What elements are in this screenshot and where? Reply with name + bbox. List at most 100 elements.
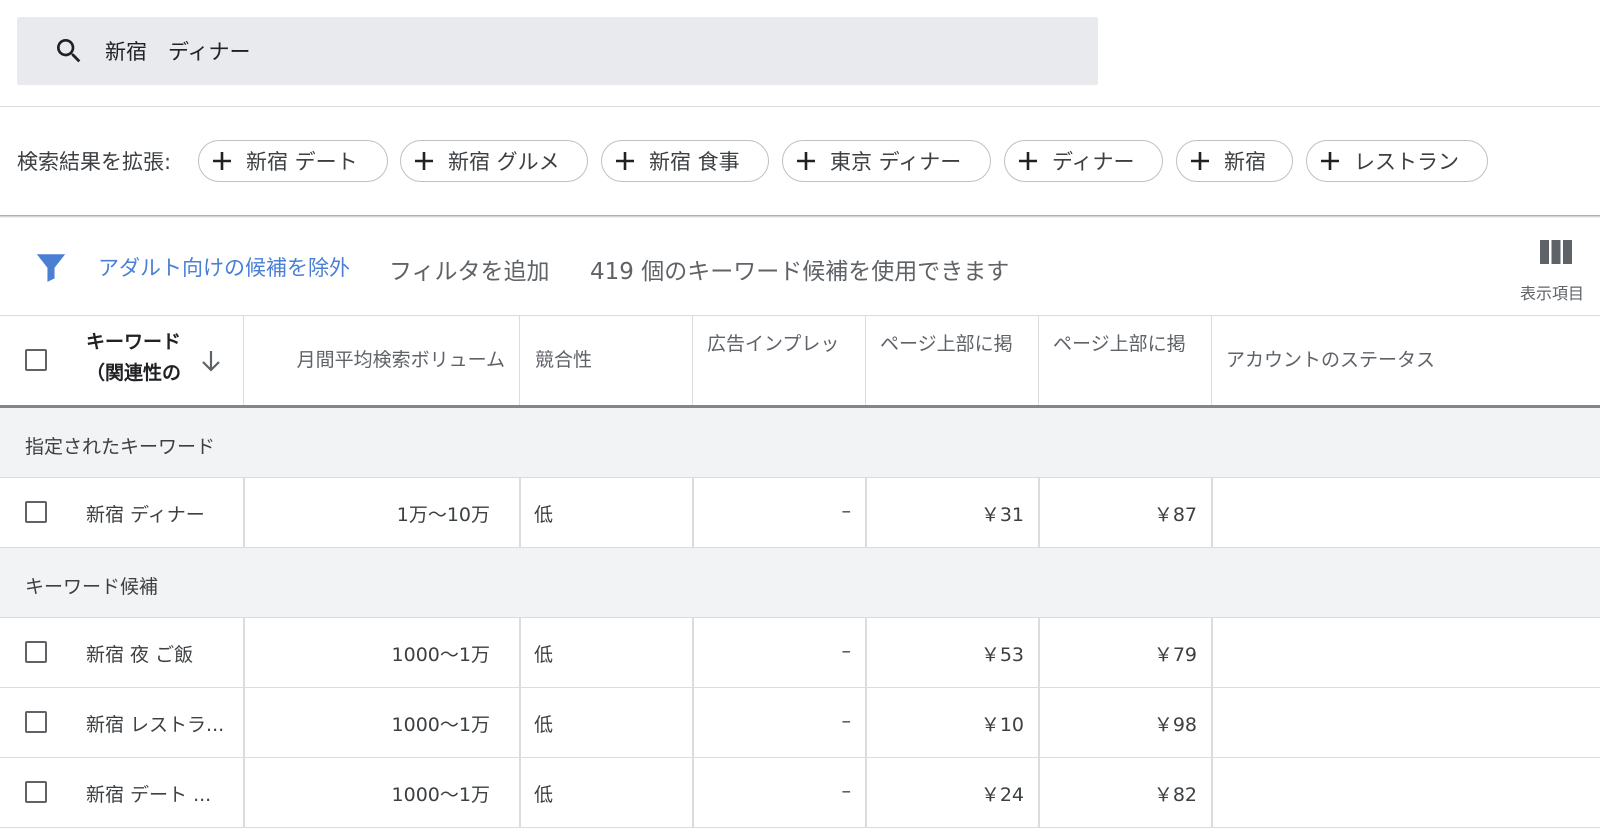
column-divider — [243, 688, 245, 757]
group-label: 指定されたキーワード — [25, 436, 216, 458]
header-impressions[interactable]: 広告インプレッ — [693, 315, 866, 407]
header-top-bid-high-label: ページ上部に掲 — [1053, 333, 1186, 355]
impressions-cell: – — [841, 500, 852, 522]
chip-label: 新宿 食事 — [649, 150, 740, 174]
column-divider — [243, 758, 245, 827]
chip-label: 東京 ディナー — [830, 150, 962, 174]
chip-label: 新宿 デート — [246, 150, 358, 174]
filter-icon[interactable] — [34, 250, 68, 284]
search-input[interactable] — [105, 31, 1005, 71]
column-divider — [692, 758, 694, 827]
volume-cell: 1000～1万 — [391, 784, 490, 806]
column-divider — [865, 758, 867, 827]
competition-cell: 低 — [534, 784, 554, 806]
adult-filter-link[interactable]: アダルト向けの候補を除外 — [98, 252, 350, 282]
group-label: キーワード候補 — [25, 576, 159, 598]
column-divider — [692, 478, 694, 547]
add-filter-button[interactable]: フィルタを追加 — [389, 252, 550, 286]
plus-icon — [1191, 152, 1209, 170]
header-top-bid-low[interactable]: ページ上部に掲 — [866, 315, 1039, 407]
table-row[interactable]: 新宿 ディナー 1万～10万 低 – ￥31 ￥87 — [0, 478, 1600, 548]
chip-shinjuku[interactable]: 新宿 — [1176, 140, 1293, 182]
chip-restaurant[interactable]: レストラン — [1306, 140, 1488, 182]
select-all-checkbox[interactable] — [25, 349, 47, 371]
header-impressions-label: 広告インプレッ — [707, 333, 840, 355]
column-divider — [1038, 618, 1040, 687]
keyword-count-text: 419 個のキーワード候補を使用できます — [590, 259, 1010, 285]
column-divider — [519, 618, 521, 687]
keyword-cell[interactable]: 新宿 ディナー — [86, 500, 205, 527]
bid-low-cell: ￥24 — [980, 784, 1024, 806]
plus-icon — [797, 152, 815, 170]
chip-shinjuku-meal[interactable]: 新宿 食事 — [601, 140, 769, 182]
row-checkbox[interactable] — [25, 711, 47, 733]
header-volume[interactable]: 月間平均検索ボリューム — [244, 315, 520, 407]
columns-label: 表示項目 — [1520, 284, 1585, 303]
chip-tokyo-dinner[interactable]: 東京 ディナー — [782, 140, 991, 182]
impressions-cell: – — [841, 780, 852, 802]
keyword-cell[interactable]: 新宿 デート ... — [86, 780, 211, 807]
column-divider — [865, 688, 867, 757]
keyword-cell[interactable]: 新宿 レストラ... — [86, 710, 224, 737]
volume-cell: 1万～10万 — [396, 504, 490, 526]
volume-cell: 1000～1万 — [391, 644, 490, 666]
header-top-bid-low-label: ページ上部に掲 — [880, 333, 1013, 355]
header-keyword-line2: （関連性の — [86, 362, 182, 384]
chip-label: 新宿 グルメ — [448, 150, 560, 174]
column-divider — [1211, 618, 1213, 687]
column-divider — [1211, 758, 1213, 827]
table-row[interactable]: 新宿 夜 ご飯 1000～1万 低 – ￥53 ￥79 — [0, 618, 1600, 688]
column-divider — [865, 618, 867, 687]
columns-button[interactable]: 表示項目 — [1510, 236, 1586, 306]
header-volume-label: 月間平均検索ボリューム — [296, 349, 505, 371]
bid-high-cell: ￥79 — [1153, 644, 1197, 666]
header-keyword-label: キーワード （関連性の — [86, 327, 181, 389]
row-checkbox[interactable] — [25, 641, 47, 663]
search-icon — [57, 39, 81, 63]
column-divider — [1211, 478, 1213, 547]
volume-cell: 1000～1万 — [391, 714, 490, 736]
header-top-bid-high[interactable]: ページ上部に掲 — [1039, 315, 1212, 407]
column-divider — [1038, 688, 1040, 757]
bid-high-cell: ￥87 — [1153, 504, 1197, 526]
chip-shinjuku-date[interactable]: 新宿 デート — [198, 140, 388, 182]
plus-icon — [213, 152, 231, 170]
header-keyword[interactable]: キーワード （関連性の — [0, 315, 244, 407]
column-divider — [1038, 478, 1040, 547]
chip-label: 新宿 — [1224, 150, 1266, 174]
header-status[interactable]: アカウントのステータス — [1212, 315, 1600, 407]
keyword-cell[interactable]: 新宿 夜 ご飯 — [86, 640, 193, 667]
column-divider — [519, 688, 521, 757]
sort-arrow-down-icon[interactable] — [200, 349, 222, 373]
plus-icon — [1321, 152, 1339, 170]
chip-label: レストラン — [1354, 150, 1459, 174]
impressions-cell: – — [841, 640, 852, 662]
chip-shinjuku-gourmet[interactable]: 新宿 グルメ — [400, 140, 588, 182]
divider — [0, 106, 1600, 107]
column-divider — [519, 478, 521, 547]
header-keyword-line1: キーワード — [86, 331, 182, 353]
column-divider — [243, 618, 245, 687]
chip-dinner[interactable]: ディナー — [1004, 140, 1163, 182]
bid-low-cell: ￥53 — [980, 644, 1024, 666]
header-competition[interactable]: 競合性 — [520, 315, 693, 407]
impressions-cell: – — [841, 710, 852, 732]
table-row[interactable]: 新宿 レストラ... 1000～1万 低 – ￥10 ￥98 — [0, 688, 1600, 758]
group-header-ideas: キーワード候補 — [0, 548, 1600, 618]
bid-high-cell: ￥98 — [1153, 714, 1197, 736]
competition-cell: 低 — [534, 504, 554, 526]
row-checkbox[interactable] — [25, 501, 47, 523]
plus-icon — [616, 152, 634, 170]
table-row[interactable]: 新宿 デート ... 1000～1万 低 – ￥24 ￥82 — [0, 758, 1600, 828]
competition-cell: 低 — [534, 714, 554, 736]
search-bar[interactable] — [17, 17, 1098, 85]
column-divider — [243, 478, 245, 547]
header-status-label: アカウントのステータス — [1226, 349, 1436, 371]
plus-icon — [415, 152, 433, 170]
bid-low-cell: ￥31 — [980, 504, 1024, 526]
row-checkbox[interactable] — [25, 781, 47, 803]
column-divider — [519, 758, 521, 827]
group-header-provided: 指定されたキーワード — [0, 408, 1600, 478]
column-divider — [692, 688, 694, 757]
columns-icon — [1540, 240, 1572, 264]
